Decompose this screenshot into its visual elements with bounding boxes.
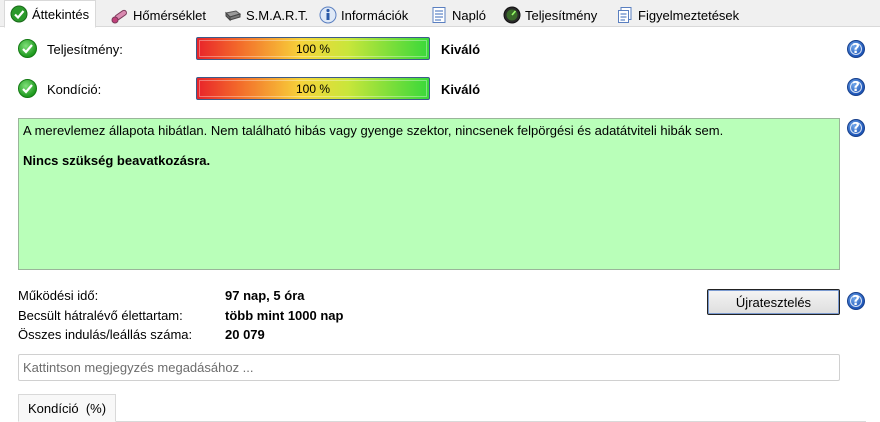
tab-smart[interactable]: S.M.A.R.T. <box>218 2 315 27</box>
uptime-label: Működési idő: <box>18 288 99 303</box>
performance-status-check-icon <box>18 39 37 58</box>
tab-label: Teljesítmény <box>525 7 598 23</box>
tab-label: Áttekintés <box>32 6 90 22</box>
chart-tab-bar: Kondíció (%) <box>18 394 866 422</box>
warnings-document-icon <box>616 6 634 24</box>
help-icon[interactable]: ? <box>847 78 865 96</box>
status-description-text: A merevlemez állapota hibátlan. Nem talá… <box>23 123 724 138</box>
check-circle-icon <box>10 5 28 23</box>
tab-warnings[interactable]: Figyelmeztetések <box>610 2 746 27</box>
condition-label: Kondíció: <box>47 82 102 97</box>
tab-log[interactable]: Napló <box>424 2 493 27</box>
tab-temperature[interactable]: Hőmérséklet <box>105 2 213 27</box>
performance-label: Teljesítmény: <box>47 42 123 57</box>
tab-label: Napló <box>452 7 486 23</box>
start-stop-count-label: Összes indulás/leállás száma: <box>18 327 193 342</box>
help-icon[interactable]: ? <box>847 119 865 137</box>
tab-label: Információk <box>341 7 409 23</box>
note-input[interactable] <box>18 354 840 381</box>
condition-status: Kiváló <box>441 82 481 97</box>
tab-label: Figyelmeztetések <box>638 7 740 23</box>
performance-percent: 100 % <box>295 41 331 56</box>
log-document-icon <box>430 6 448 24</box>
status-description-box: A merevlemez állapota hibátlan. Nem talá… <box>18 118 840 270</box>
performance-progress-bar: 100 % <box>196 37 430 60</box>
condition-percent: 100 % <box>295 81 331 96</box>
performance-status: Kiváló <box>441 42 481 57</box>
help-icon[interactable]: ? <box>847 292 865 310</box>
retest-button[interactable]: Újratesztelés <box>707 289 840 315</box>
performance-icon <box>503 6 521 24</box>
lifetime-label: Becsült hátralévő élettartam: <box>18 308 183 323</box>
thermometer-icon <box>111 6 129 24</box>
tab-condition-percent[interactable]: Kondíció (%) <box>18 394 117 422</box>
lifetime-value: több mint 1000 nap <box>225 308 344 323</box>
tab-performance[interactable]: Teljesítmény <box>497 2 604 27</box>
uptime-value: 97 nap, 5 óra <box>225 288 305 303</box>
condition-status-check-icon <box>18 79 37 98</box>
tab-label: Hőmérséklet <box>133 7 206 23</box>
tab-information[interactable]: Információk <box>313 2 415 27</box>
tab-label: S.M.A.R.T. <box>246 7 309 23</box>
condition-progress-bar: 100 % <box>196 77 430 100</box>
recommendation-text: Nincs szükség beavatkozásra. <box>23 153 211 168</box>
info-icon <box>319 6 337 24</box>
tab-overview[interactable]: Áttekintés <box>4 0 97 28</box>
start-stop-count-value: 20 079 <box>225 327 265 342</box>
help-icon[interactable]: ? <box>847 40 865 58</box>
drive-icon <box>224 6 242 24</box>
tab-bar: Áttekintés Hőmérséklet S.M.A.R.T. Inform… <box>0 0 880 28</box>
